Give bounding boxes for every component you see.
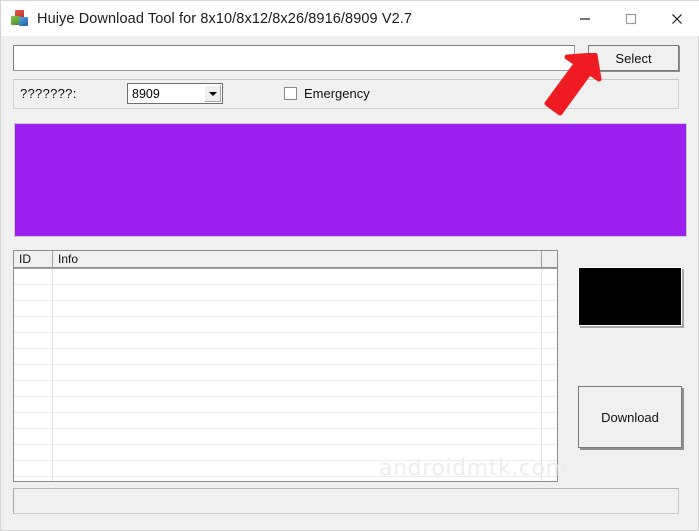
emergency-label: Emergency (304, 86, 370, 101)
chevron-down-icon[interactable] (204, 85, 221, 102)
maximize-icon[interactable] (608, 1, 654, 36)
column-header-info[interactable]: Info (53, 251, 542, 268)
status-bar (13, 488, 679, 514)
window-title: Huiye Download Tool for 8x10/8x12/8x26/8… (37, 10, 413, 27)
preview-panel (578, 267, 682, 326)
progress-panel (14, 123, 687, 237)
window-controls (562, 1, 699, 36)
column-header-id[interactable]: ID (14, 251, 53, 268)
minimize-icon[interactable] (562, 1, 608, 36)
chip-type-label: ???????: (20, 86, 77, 101)
device-list[interactable]: ID Info (13, 250, 558, 482)
chip-type-select[interactable]: 8909 (127, 83, 223, 104)
checkbox-box-icon[interactable] (284, 87, 297, 100)
chip-type-value: 8909 (132, 86, 160, 101)
list-header: ID Info (14, 251, 557, 269)
list-body[interactable] (14, 269, 557, 481)
app-window: Huiye Download Tool for 8x10/8x12/8x26/8… (0, 0, 699, 531)
download-button[interactable]: Download (578, 386, 682, 448)
column-header-filler (542, 251, 557, 268)
blocks-icon (11, 9, 29, 28)
title-bar: Huiye Download Tool for 8x10/8x12/8x26/8… (1, 1, 699, 36)
close-icon[interactable] (654, 1, 699, 36)
select-button[interactable]: Select (588, 45, 679, 71)
firmware-path-input[interactable] (13, 45, 575, 71)
emergency-checkbox[interactable]: Emergency (284, 86, 370, 101)
